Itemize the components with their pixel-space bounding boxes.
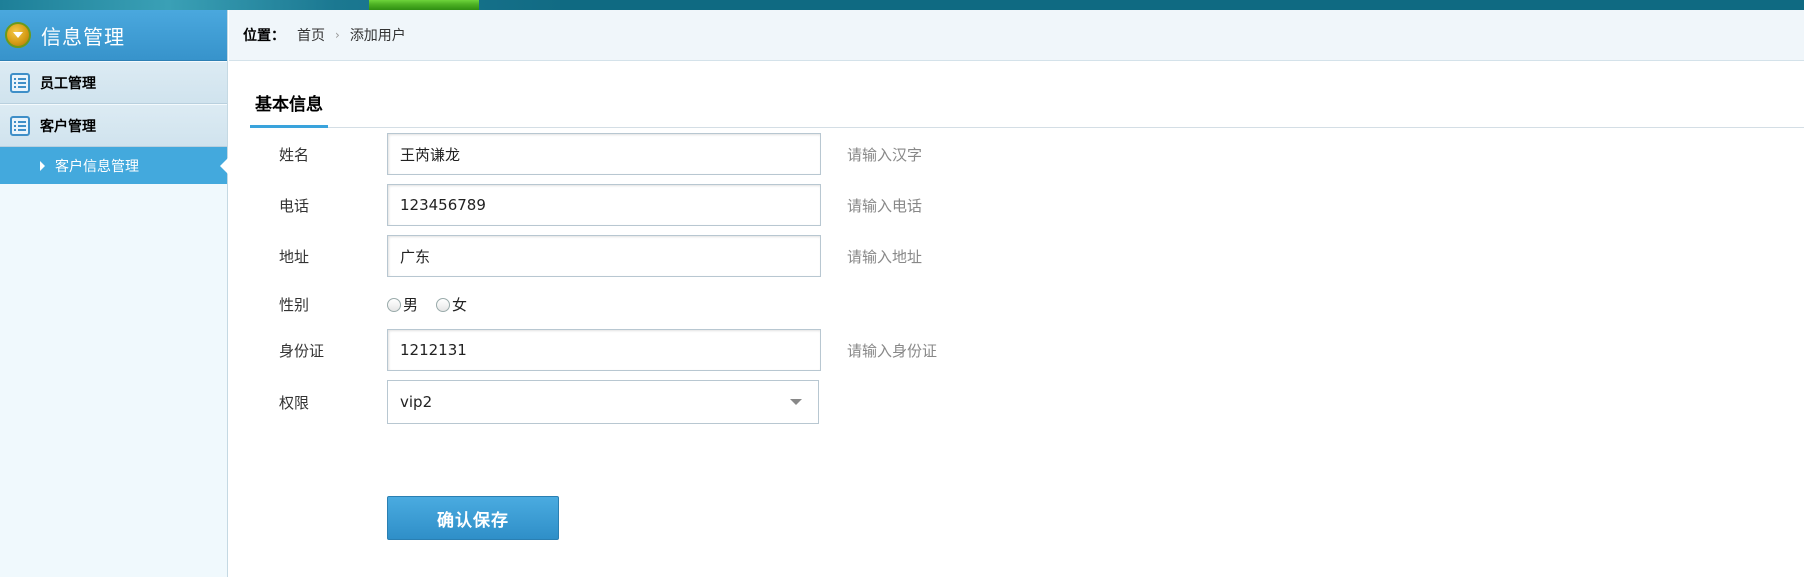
form-row-phone: 电话 123456789 请输入电话 bbox=[279, 184, 922, 226]
top-banner-strip bbox=[0, 0, 1804, 10]
id-card-label: 身份证 bbox=[279, 341, 325, 360]
name-label: 姓名 bbox=[279, 145, 310, 164]
radio-label: 女 bbox=[452, 296, 468, 314]
collapse-toggle-icon[interactable] bbox=[5, 22, 31, 48]
phone-hint: 请输入电话 bbox=[847, 196, 923, 215]
save-button[interactable]: 确认保存 bbox=[387, 496, 559, 540]
sidebar-subitem-customer-info[interactable]: 客户信息管理 bbox=[0, 147, 228, 184]
active-indicator-notch bbox=[220, 158, 228, 174]
tab-bar: 基本信息 bbox=[250, 80, 1804, 128]
breadcrumb-prefix: 位置： bbox=[243, 28, 285, 44]
id-card-input[interactable]: 1212131 bbox=[387, 329, 821, 371]
sidebar-header[interactable]: 信息管理 bbox=[0, 10, 227, 61]
sidebar-item-label: 员工管理 bbox=[40, 75, 96, 92]
gender-radio-female[interactable]: 女 bbox=[436, 294, 467, 315]
address-input[interactable]: 广东 bbox=[387, 235, 821, 277]
permission-label: 权限 bbox=[279, 393, 310, 412]
phone-input[interactable]: 123456789 bbox=[387, 184, 821, 226]
breadcrumb-current: 添加用户 bbox=[349, 28, 406, 44]
active-top-tab-indicator bbox=[369, 0, 479, 10]
form-row-name: 姓名 王芮谦龙 请输入汉字 bbox=[279, 133, 922, 175]
tab-basic-info[interactable]: 基本信息 bbox=[250, 80, 328, 128]
gender-radio-male[interactable]: 男 bbox=[387, 294, 418, 315]
form-row-gender: 性别 男 女 bbox=[279, 294, 485, 315]
list-icon bbox=[10, 72, 30, 93]
breadcrumb: 位置： 首页 › 添加用户 bbox=[229, 10, 1804, 61]
form-row-address: 地址 广东 请输入地址 bbox=[279, 235, 922, 277]
sidebar-title: 信息管理 bbox=[41, 24, 125, 49]
form-row-permission: 权限 vip2 bbox=[279, 380, 819, 424]
permission-select-value: vip2 bbox=[400, 393, 433, 411]
breadcrumb-separator-icon: › bbox=[335, 28, 340, 42]
sidebar-subitem-label: 客户信息管理 bbox=[55, 158, 139, 175]
radio-circle[interactable] bbox=[436, 297, 451, 312]
breadcrumb-home-link[interactable]: 首页 bbox=[297, 25, 325, 45]
name-input[interactable]: 王芮谦龙 bbox=[387, 133, 821, 175]
name-hint: 请输入汉字 bbox=[847, 145, 923, 164]
radio-label: 男 bbox=[403, 296, 419, 314]
form-row-id-card: 身份证 1212131 请输入身份证 bbox=[279, 329, 937, 371]
sidebar-item-employee-management[interactable]: 员工管理 bbox=[0, 61, 227, 104]
sidebar: 信息管理 员工管理 客户管理 客户信息管理 bbox=[0, 10, 228, 577]
list-icon bbox=[10, 115, 30, 136]
radio-circle[interactable] bbox=[387, 297, 401, 312]
address-hint: 请输入地址 bbox=[847, 247, 923, 266]
sidebar-item-customer-management[interactable]: 客户管理 bbox=[0, 104, 227, 147]
id-card-hint: 请输入身份证 bbox=[847, 341, 938, 360]
caret-right-icon bbox=[40, 160, 45, 171]
gender-radio-group: 男 女 bbox=[387, 294, 485, 315]
chevron-down-icon[interactable] bbox=[790, 399, 802, 405]
permission-select[interactable]: vip2 bbox=[387, 380, 819, 424]
address-label: 地址 bbox=[279, 247, 310, 266]
sidebar-item-label: 客户管理 bbox=[40, 118, 96, 135]
main-content: 位置： 首页 › 添加用户 基本信息 姓名 王芮谦龙 请输入汉字 电话 1234… bbox=[229, 10, 1804, 577]
gender-label: 性别 bbox=[279, 296, 310, 314]
phone-label: 电话 bbox=[279, 196, 310, 215]
